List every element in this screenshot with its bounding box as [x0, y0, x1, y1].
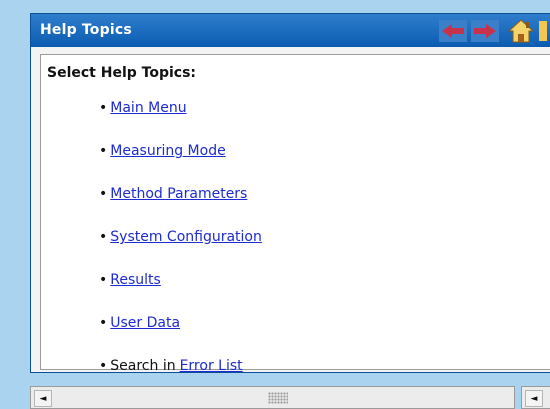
bullet-icon: • — [99, 315, 108, 331]
topic-link-results[interactable]: Results — [110, 272, 161, 288]
horizontal-scrollbar[interactable]: ◄ — [30, 386, 515, 409]
topic-link-main-menu[interactable]: Main Menu — [110, 100, 186, 116]
forward-arrow-icon[interactable] — [471, 20, 499, 42]
title-bar[interactable]: Help Topics — [31, 14, 550, 47]
back-arrow-icon[interactable] — [439, 20, 467, 42]
list-item: • Method Parameters — [99, 185, 262, 228]
secondary-scrollbar[interactable]: ◄ — [521, 386, 550, 409]
help-content-pane: Select Help Topics: • Main Menu • Measur… — [40, 54, 550, 374]
bullet-icon: • — [99, 229, 108, 245]
topic-link-error-list[interactable]: Error List — [180, 358, 243, 374]
home-icon[interactable] — [507, 18, 535, 44]
list-item: • Main Menu — [99, 99, 262, 142]
scroll-left-icon[interactable]: ◄ — [525, 390, 543, 407]
bullet-icon: • — [99, 100, 108, 116]
bullet-icon: • — [99, 143, 108, 159]
topic-link-method-parameters[interactable]: Method Parameters — [110, 186, 247, 202]
list-item: • Results — [99, 271, 262, 314]
topic-link-user-data[interactable]: User Data — [110, 315, 180, 331]
topic-link-measuring-mode[interactable]: Measuring Mode — [110, 143, 225, 159]
page-title: Select Help Topics: — [47, 65, 197, 81]
list-item: • System Configuration — [99, 228, 262, 271]
topic-link-system-configuration[interactable]: System Configuration — [110, 229, 262, 245]
topic-list: • Main Menu • Measuring Mode • Method Pa… — [99, 99, 262, 400]
bullet-icon: • — [99, 186, 108, 202]
topic-prefix: Search in — [110, 358, 176, 374]
scroll-left-icon[interactable]: ◄ — [34, 390, 52, 407]
list-item: • Measuring Mode — [99, 142, 262, 185]
list-item: • User Data — [99, 314, 262, 357]
window-title: Help Topics — [40, 22, 132, 38]
toolbar-overflow-icon[interactable] — [539, 19, 547, 43]
bullet-icon: • — [99, 272, 108, 288]
scrollbar-grip[interactable] — [268, 392, 288, 404]
help-window: Help Topics Select Help Topics: • Main M… — [30, 13, 550, 374]
bullet-icon: • — [99, 358, 108, 374]
